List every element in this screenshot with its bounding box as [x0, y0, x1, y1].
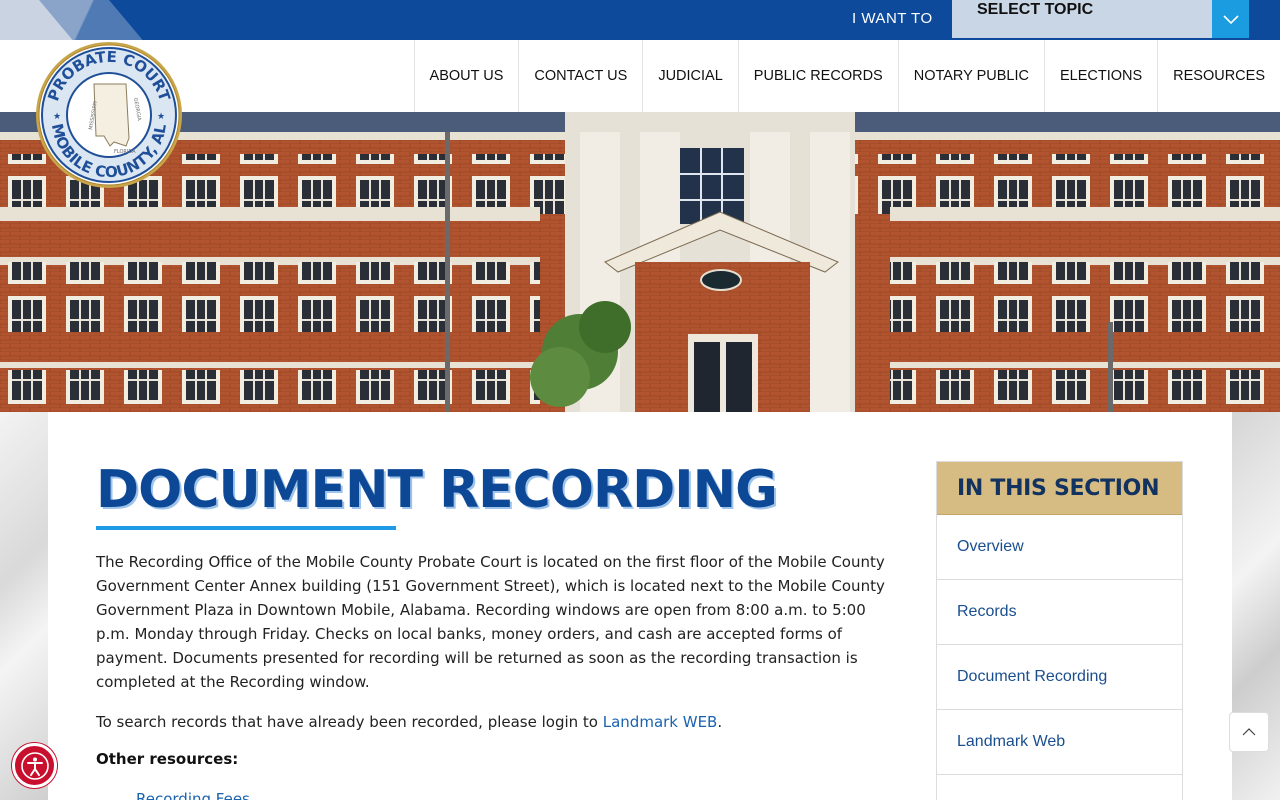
nav-notary-public[interactable]: NOTARY PUBLIC: [897, 40, 1044, 112]
main-nav: ABOUT US CONTACT US JUDICIAL PUBLIC RECO…: [413, 40, 1280, 112]
title-underline: [96, 526, 396, 530]
accessibility-icon: [20, 751, 49, 780]
nav-resources[interactable]: RESOURCES: [1157, 40, 1280, 112]
marble-background: [0, 412, 48, 800]
nav-contact-us[interactable]: CONTACT US: [518, 40, 642, 112]
topic-dropdown-button[interactable]: [1212, 0, 1249, 38]
landmark-web-link[interactable]: Landmark WEB: [603, 713, 718, 731]
courthouse-hero-image: [0, 112, 1280, 412]
chevron-down-icon: [1222, 15, 1239, 25]
svg-text:★: ★: [53, 112, 61, 122]
chevron-up-icon: [1242, 728, 1256, 736]
search-suffix-text: .: [717, 713, 723, 731]
nav-elections[interactable]: ELECTIONS: [1043, 40, 1157, 112]
sidebar-item-overview[interactable]: Overview: [937, 515, 1182, 580]
select-topic-dropdown[interactable]: SELECT TOPIC: [952, 0, 1212, 38]
svg-text:★: ★: [157, 112, 165, 122]
svg-text:FLORIDA: FLORIDA: [114, 149, 136, 155]
page-title: DOCUMENT RECORDING: [96, 460, 778, 520]
probate-court-seal-logo[interactable]: PROBATE COURT MOBILE COUNTY, AL ★ ★ MISS…: [34, 40, 184, 190]
sidebar-item-records[interactable]: Records: [937, 580, 1182, 645]
main-header: ABOUT US CONTACT US JUDICIAL PUBLIC RECO…: [0, 40, 1280, 112]
i-want-to-label: I WANT TO: [852, 10, 933, 27]
nav-about-us[interactable]: ABOUT US: [413, 40, 519, 112]
nav-judicial[interactable]: JUDICIAL: [642, 40, 737, 112]
back-to-top-button[interactable]: [1229, 712, 1269, 752]
intro-paragraph: The Recording Office of the Mobile Count…: [96, 553, 885, 691]
other-resources-heading: Other resources:: [96, 750, 239, 768]
utility-bar: I WANT TO SELECT TOPIC: [0, 0, 1280, 40]
nav-public-records[interactable]: PUBLIC RECORDS: [737, 40, 898, 112]
search-paragraph: To search records that have already been…: [96, 710, 904, 734]
sidebar-item-document-recording[interactable]: Document Recording: [937, 645, 1182, 710]
sidebar-heading: IN THIS SECTION: [937, 462, 1182, 515]
search-prefix-text: To search records that have already been…: [96, 713, 603, 731]
in-this-section-sidebar: IN THIS SECTION Overview Records Documen…: [936, 461, 1183, 800]
sidebar-item-landmark-web[interactable]: Landmark Web: [937, 710, 1182, 775]
main-content: DOCUMENT RECORDING The Recording Office …: [48, 412, 1232, 800]
recording-fees-link[interactable]: Recording Fees: [136, 790, 250, 800]
accessibility-button[interactable]: [12, 743, 57, 788]
